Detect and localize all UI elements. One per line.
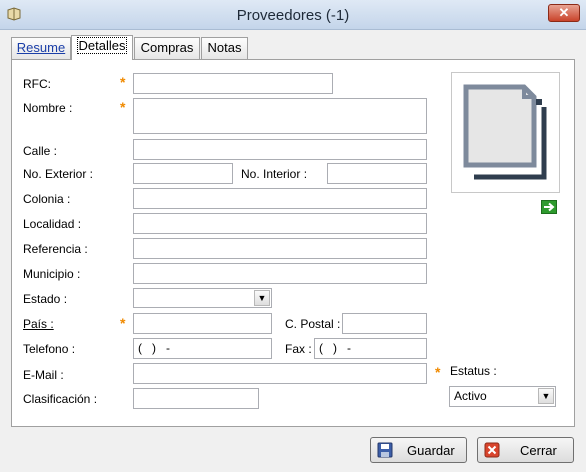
rfc-label: RFC: — [23, 77, 51, 91]
c-postal-input[interactable] — [342, 313, 427, 334]
telefono-input[interactable]: ( ) - — [133, 338, 272, 359]
rfc-input[interactable] — [133, 73, 333, 94]
fax-label: Fax : — [285, 342, 312, 356]
nombre-required-mark: * — [120, 99, 126, 115]
email-label: E-Mail : — [23, 368, 64, 382]
tab-compras-label: Compras — [140, 40, 194, 55]
colonia-label: Colonia : — [23, 192, 71, 206]
estatus-value: Activo — [454, 389, 487, 403]
localidad-input[interactable] — [133, 213, 427, 234]
estatus-select[interactable]: Activo ▼ — [449, 386, 556, 407]
referencia-label: Referencia : — [23, 242, 88, 256]
tab-detalles[interactable]: Detalles — [71, 35, 133, 60]
photo-frame[interactable] — [451, 72, 560, 193]
close-window-button[interactable]: ✕ — [548, 4, 580, 22]
tab-notas[interactable]: Notas — [201, 37, 248, 59]
no-interior-label: No. Interior : — [241, 167, 308, 181]
colonia-input[interactable] — [133, 188, 427, 209]
c-postal-label: C. Postal : — [285, 317, 341, 331]
rfc-required-mark: * — [120, 74, 126, 90]
municipio-input[interactable] — [133, 263, 427, 284]
tab-compras[interactable]: Compras — [134, 37, 200, 59]
estatus-required-mark: * — [435, 364, 441, 380]
chevron-down-icon[interactable]: ▼ — [538, 388, 554, 404]
pais-label: País : — [23, 317, 54, 331]
nombre-input[interactable] — [133, 98, 427, 134]
tab-notas-label: Notas — [207, 40, 242, 55]
telefono-label: Telefono : — [23, 342, 76, 356]
window-title: Proveedores (-1) — [236, 7, 350, 24]
pais-input[interactable] — [133, 313, 272, 334]
no-exterior-label: No. Exterior : — [23, 167, 94, 181]
municipio-label: Municipio : — [23, 267, 81, 281]
blank-document-icon — [463, 84, 547, 180]
no-interior-input[interactable] — [327, 163, 427, 184]
no-exterior-input[interactable] — [133, 163, 233, 184]
calle-input[interactable] — [133, 139, 427, 160]
chevron-down-icon[interactable]: ▼ — [254, 290, 270, 306]
estatus-label: Estatus : — [450, 364, 497, 378]
arrow-right-icon[interactable] — [541, 200, 557, 214]
pais-required-mark: * — [120, 315, 126, 331]
clasificacion-input[interactable] — [133, 388, 259, 409]
save-button-label: Guardar — [407, 443, 455, 458]
fax-input[interactable]: ( ) - — [314, 338, 427, 359]
cancel-button[interactable]: Cerrar — [477, 437, 574, 463]
tab-detalles-label: Detalles — [76, 37, 128, 54]
localidad-label: Localidad : — [23, 217, 82, 231]
email-input[interactable] — [133, 363, 427, 384]
estado-select[interactable]: ▼ — [133, 288, 272, 308]
referencia-input[interactable] — [133, 238, 427, 259]
floppy-disk-icon — [377, 442, 393, 458]
save-button[interactable]: Guardar — [370, 437, 467, 463]
estado-label: Estado : — [23, 292, 68, 306]
title-bar: Proveedores (-1) ✕ — [0, 0, 586, 30]
tab-resume[interactable]: Resume — [11, 37, 71, 59]
nombre-label: Nombre : — [23, 101, 73, 115]
clasificacion-label: Clasificación : — [23, 392, 98, 406]
calle-label: Calle : — [23, 144, 58, 158]
tab-resume-label: Resume — [16, 40, 66, 55]
cancel-button-label: Cerrar — [520, 443, 557, 458]
close-icon — [484, 442, 500, 458]
